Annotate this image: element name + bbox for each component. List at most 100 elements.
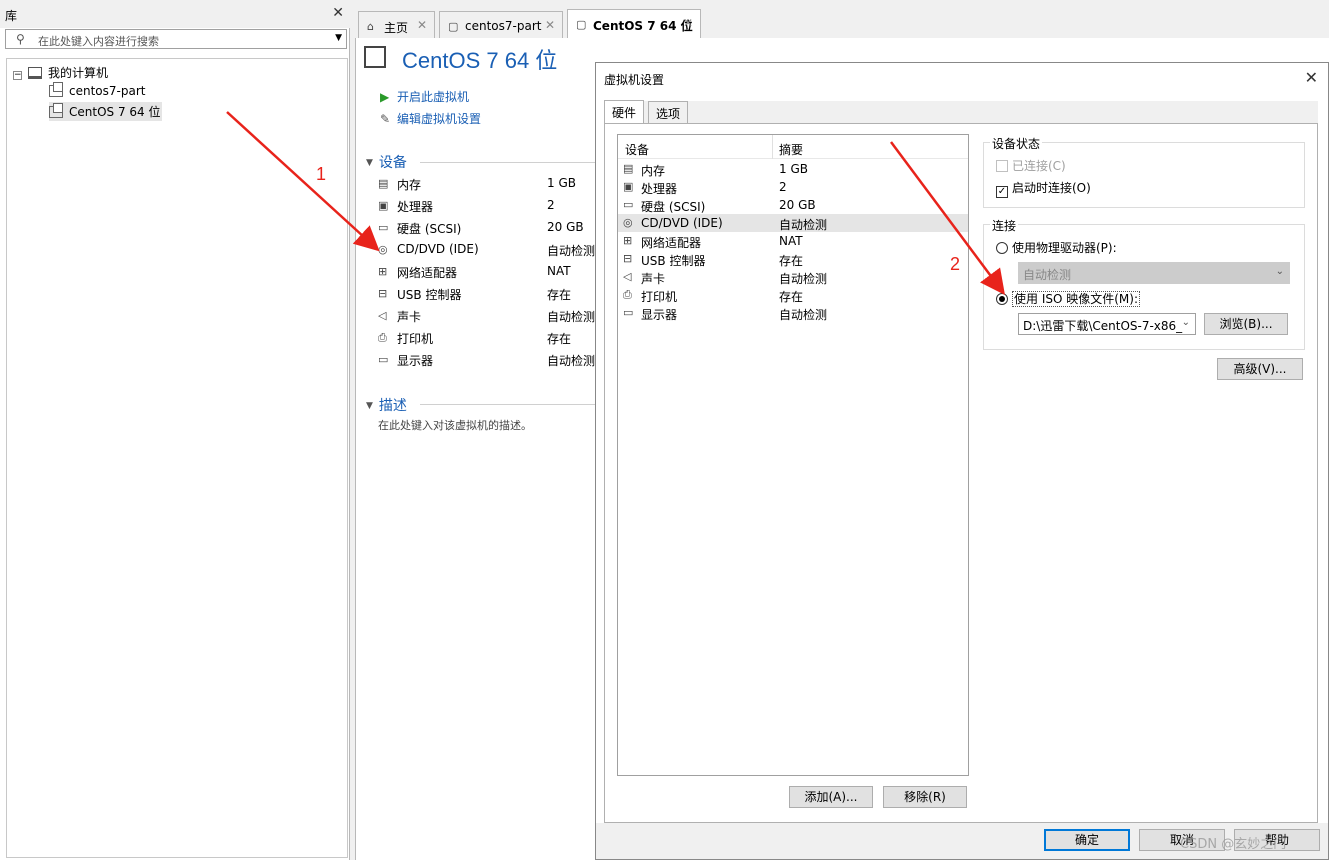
- device-name: CD/DVD (IDE): [641, 216, 723, 230]
- device-row-disk[interactable]: ▭ 硬盘 (SCSI) 20 GB: [378, 219, 608, 239]
- list-item[interactable]: ▭ 硬盘 (SCSI) 20 GB: [618, 196, 968, 214]
- annotation-number-2: 2: [950, 254, 961, 274]
- browse-button[interactable]: 浏览(B)...: [1204, 313, 1288, 335]
- device-summary: 存在: [779, 290, 804, 304]
- device-summary: 2: [779, 180, 787, 194]
- device-value: 存在: [547, 332, 572, 346]
- physical-drive-select[interactable]: 自动检测 ⌄: [1018, 262, 1290, 284]
- device-row-sound[interactable]: ◁ 声卡 自动检测: [378, 307, 608, 327]
- tab-hardware[interactable]: 硬件: [604, 100, 645, 124]
- device-value: 20 GB: [547, 220, 584, 234]
- advanced-button[interactable]: 高级(V)...: [1217, 358, 1303, 380]
- iso-path-combobox[interactable]: D:\迅雷下载\CentOS-7-x86_ ⌄: [1018, 313, 1196, 335]
- library-search-input[interactable]: ⚲ 在此处键入内容进行搜索 ▼: [5, 29, 347, 49]
- list-item[interactable]: ▭ 显示器 自动检测: [618, 304, 968, 322]
- tree-item-centos7-part[interactable]: centos7-part: [49, 82, 146, 98]
- list-item[interactable]: ⊟ USB 控制器 存在: [618, 250, 968, 268]
- device-row-network[interactable]: ⊞ 网络适配器 NAT: [378, 263, 608, 283]
- description-section-heading[interactable]: ▼ 描述: [366, 395, 407, 415]
- column-separator: [772, 135, 773, 159]
- tree-label: 我的计算机: [48, 66, 109, 80]
- list-item-selected[interactable]: ◎ CD/DVD (IDE) 自动检测: [618, 214, 968, 232]
- physical-drive-radio[interactable]: 使用物理驱动器(P):: [996, 239, 1117, 256]
- close-icon[interactable]: ✕: [683, 16, 693, 30]
- cd-icon: ◎: [623, 216, 633, 229]
- close-icon[interactable]: ✕: [545, 18, 555, 32]
- device-name: 声卡: [641, 272, 666, 286]
- tree-item-centos7-64[interactable]: CentOS 7 64 位: [49, 102, 163, 121]
- device-name: 内存: [397, 178, 422, 192]
- select-value: D:\迅雷下载\CentOS-7-x86_: [1023, 319, 1183, 333]
- search-icon: ⚲: [16, 32, 25, 46]
- ok-button[interactable]: 确定: [1044, 829, 1130, 851]
- section-label: 设备: [378, 155, 407, 171]
- vm-icon: [49, 82, 63, 97]
- cpu-icon: ▣: [623, 180, 634, 193]
- devices-section-heading[interactable]: ▼ 设备: [366, 152, 407, 172]
- device-name: 硬盘 (SCSI): [397, 222, 462, 236]
- power-on-link[interactable]: ▶ 开启此虚拟机: [380, 88, 469, 105]
- radio-selected-icon: [996, 293, 1008, 305]
- printer-icon: ⎙: [623, 288, 632, 301]
- device-row-cd-dvd[interactable]: ◎ CD/DVD (IDE) 自动检测: [378, 241, 608, 261]
- usb-icon: ⊟: [623, 252, 633, 265]
- column-header-device[interactable]: 设备: [625, 141, 649, 158]
- connect-at-power-on-checkbox[interactable]: ✓ 启动时连接(O): [996, 179, 1091, 198]
- close-icon[interactable]: ✕: [332, 5, 344, 21]
- radio-label: 使用物理驱动器(P):: [1012, 241, 1117, 255]
- add-button[interactable]: 添加(A)...: [789, 786, 873, 808]
- device-status-group: 设备状态 已连接(C) ✓ 启动时连接(O): [983, 135, 1305, 208]
- device-row-cpu[interactable]: ▣ 处理器 2: [378, 197, 608, 217]
- list-item[interactable]: ▤ 内存 1 GB: [618, 160, 968, 178]
- select-value: 自动检测: [1023, 268, 1072, 282]
- group-title: 设备状态: [990, 135, 1043, 152]
- list-item[interactable]: ▣ 处理器 2: [618, 178, 968, 196]
- iso-image-radio[interactable]: 使用 ISO 映像文件(M):: [996, 290, 1140, 307]
- checkbox-label: 已连接(C): [1012, 159, 1066, 173]
- tab-label: 主页: [384, 21, 409, 35]
- memory-icon: ▤: [623, 162, 634, 175]
- device-row-usb[interactable]: ⊟ USB 控制器 存在: [378, 285, 608, 305]
- column-header-summary[interactable]: 摘要: [779, 141, 803, 158]
- remove-button[interactable]: 移除(R): [883, 786, 967, 808]
- close-icon[interactable]: ✕: [1305, 68, 1318, 87]
- search-placeholder: 在此处键入内容进行搜索: [38, 35, 159, 48]
- annotation-number-1: 1: [316, 164, 327, 184]
- tab-centos7-64[interactable]: ▢ CentOS 7 64 位 ✕: [567, 9, 701, 39]
- device-summary: 20 GB: [779, 198, 816, 212]
- tree-label: centos7-part: [69, 84, 146, 98]
- sound-icon: ◁: [623, 270, 632, 283]
- section-label: 描述: [378, 398, 407, 414]
- device-name: 打印机: [397, 332, 434, 346]
- chevron-down-icon[interactable]: ▼: [335, 33, 342, 43]
- edit-settings-link[interactable]: ✎ 编辑虚拟机设置: [380, 110, 481, 127]
- tab-options[interactable]: 选项: [648, 101, 689, 123]
- collapse-icon[interactable]: −: [13, 71, 22, 80]
- device-name: USB 控制器: [397, 288, 462, 302]
- connected-checkbox[interactable]: 已连接(C): [996, 157, 1066, 174]
- close-icon[interactable]: ✕: [417, 18, 427, 32]
- disk-icon: ▭: [378, 221, 389, 234]
- radio-icon: [996, 242, 1008, 254]
- device-name: USB 控制器: [641, 254, 706, 268]
- device-summary: 自动检测: [779, 218, 828, 232]
- play-icon: ▶: [380, 90, 390, 104]
- list-item[interactable]: ⊞ 网络适配器 NAT: [618, 232, 968, 250]
- sound-icon: ◁: [378, 309, 387, 322]
- cpu-icon: ▣: [378, 199, 389, 212]
- device-value: 2: [547, 198, 555, 212]
- computer-icon: [28, 67, 42, 79]
- vm-icon: [364, 40, 390, 68]
- list-item[interactable]: ◁ 声卡 自动检测: [618, 268, 968, 286]
- vm-icon: ▢: [448, 20, 459, 33]
- tree-item-my-computer[interactable]: − 我的计算机: [13, 64, 108, 81]
- device-row-memory[interactable]: ▤ 内存 1 GB: [378, 175, 608, 195]
- device-name: 网络适配器: [397, 266, 458, 280]
- description-input[interactable]: 在此处键入对该虚拟机的描述。: [378, 417, 532, 433]
- list-item[interactable]: ⎙ 打印机 存在: [618, 286, 968, 304]
- device-row-monitor[interactable]: ▭ 显示器 自动检测: [378, 351, 608, 371]
- device-row-printer[interactable]: ⎙ 打印机 存在: [378, 329, 608, 349]
- tab-centos7-part[interactable]: ▢ centos7-part ✕: [439, 11, 563, 39]
- tab-home[interactable]: ⌂ 主页 ✕: [358, 11, 435, 39]
- device-name: 显示器: [397, 354, 434, 368]
